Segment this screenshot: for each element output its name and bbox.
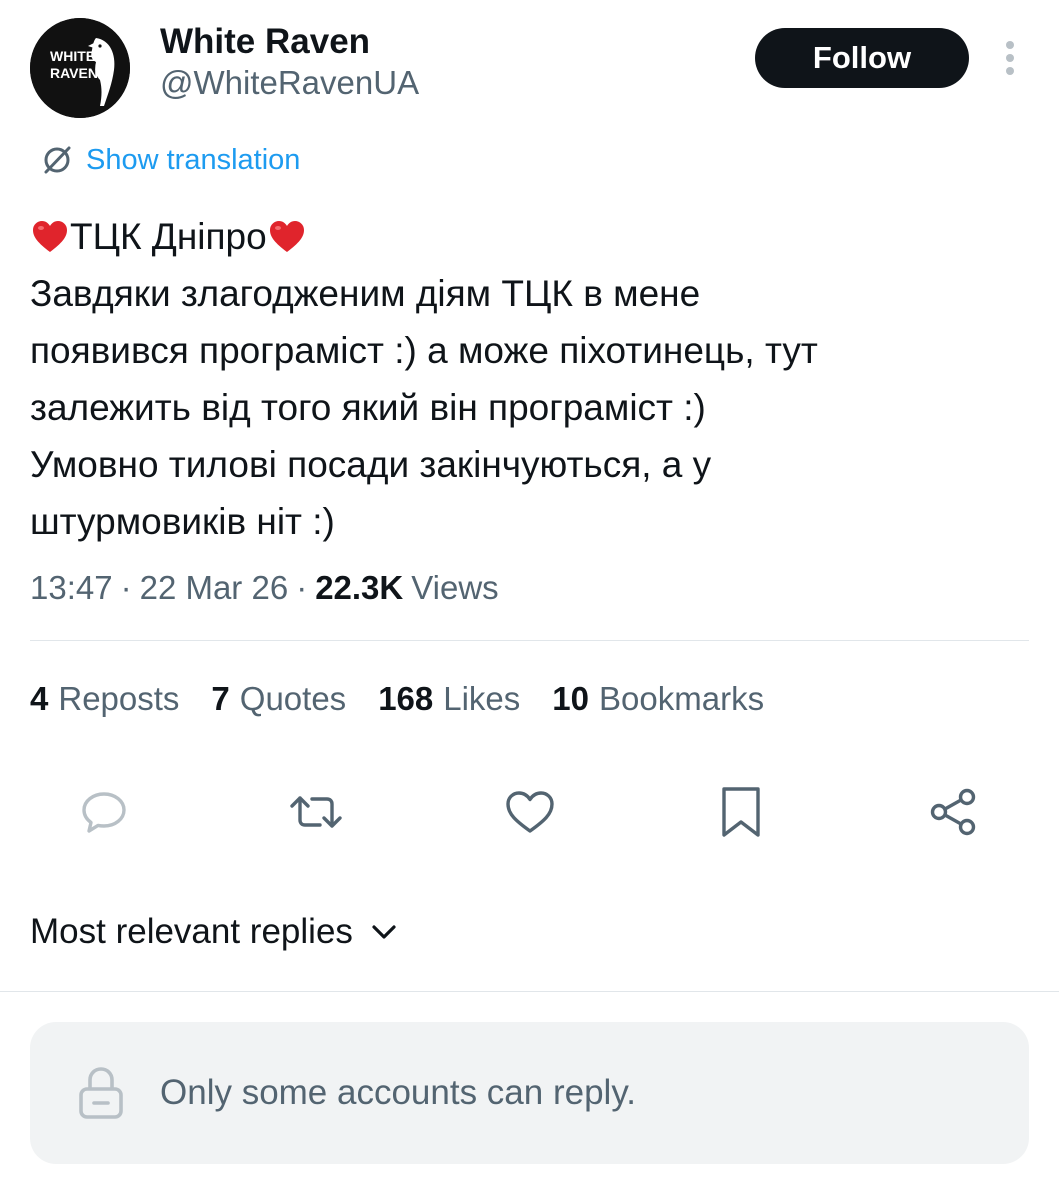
stat-bookmarks[interactable]: 10 Bookmarks xyxy=(552,680,764,718)
tweet-page: WHITE RAVEN White Raven @WhiteRavenUA Fo… xyxy=(0,0,1059,1199)
stat-count: 4 xyxy=(30,680,49,717)
avatar-line-1: WHITE xyxy=(50,48,95,64)
globe-translate-icon xyxy=(44,146,71,174)
stat-count: 168 xyxy=(378,680,434,717)
engagement-stats: 4 Reposts 7 Quotes 168 Likes 10 Bookmarks xyxy=(30,676,764,722)
tweet-line: штурмовиків ніт :) xyxy=(30,501,335,542)
bookmark-icon xyxy=(722,787,760,837)
like-button[interactable] xyxy=(502,784,558,840)
meta-separator: · xyxy=(296,569,308,606)
stat-reposts[interactable]: 4 Reposts xyxy=(30,680,179,718)
stat-label: Likes xyxy=(443,680,521,717)
tweet-meta: 13:47 · 22 Mar 26 · 22.3K Views xyxy=(30,565,499,611)
tweet-line: появився програміст :) а може піхотинець… xyxy=(30,330,818,371)
like-icon xyxy=(506,791,554,833)
share-button[interactable] xyxy=(925,784,981,840)
red-heart-emoji xyxy=(33,220,67,252)
tweet-title-text: ТЦК Дніпро xyxy=(70,216,267,257)
reply-button[interactable] xyxy=(76,784,132,840)
replies-sort-label: Most relevant replies xyxy=(30,912,353,951)
tweet-line: Завдяки злагодженим діям ТЦК в мене xyxy=(30,273,701,314)
more-vertical-icon xyxy=(1006,41,1014,75)
chevron-down-icon xyxy=(372,925,396,939)
replies-sort-dropdown[interactable]: Most relevant replies xyxy=(30,908,397,956)
stat-label: Bookmarks xyxy=(599,680,765,717)
repost-icon xyxy=(290,796,342,828)
avatar[interactable]: WHITE RAVEN xyxy=(30,18,130,118)
stat-quotes[interactable]: 7 Quotes xyxy=(211,680,346,718)
more-options-button[interactable] xyxy=(990,36,1030,80)
divider xyxy=(0,991,1059,992)
bookmark-button[interactable] xyxy=(713,784,769,840)
stat-label: Quotes xyxy=(239,680,347,717)
tweet-time[interactable]: 13:47 xyxy=(30,569,113,607)
stat-label: Reposts xyxy=(58,680,180,717)
tweet-date[interactable]: 22 Mar 26 xyxy=(140,569,289,607)
meta-separator: · xyxy=(120,569,132,606)
show-translation-label[interactable]: Show translation xyxy=(86,144,300,177)
reply-restriction-notice: Only some accounts can reply. xyxy=(30,1022,1029,1164)
show-translation-link[interactable]: Show translation xyxy=(40,138,300,182)
stat-count: 7 xyxy=(211,680,230,717)
stat-count: 10 xyxy=(552,680,590,717)
divider xyxy=(30,640,1029,641)
stat-likes[interactable]: 168 Likes xyxy=(378,680,520,718)
raven-logo-icon: WHITE RAVEN xyxy=(30,18,130,118)
tweet-title-line: ТЦК Дніпро xyxy=(30,208,1030,265)
views-label[interactable]: Views xyxy=(411,569,498,607)
repost-button[interactable] xyxy=(288,784,344,840)
follow-button[interactable]: Follow xyxy=(755,28,969,88)
views-count[interactable]: 22.3K xyxy=(315,569,403,607)
lock-icon xyxy=(78,1065,124,1121)
tweet-body: ТЦК Дніпро Завдяки злагодженим діям ТЦК … xyxy=(30,208,1030,550)
avatar-line-2: RAVEN xyxy=(50,65,98,81)
reply-restriction-message: Only some accounts can reply. xyxy=(160,1073,636,1112)
red-heart-emoji xyxy=(269,220,304,252)
reply-icon xyxy=(82,792,126,833)
tweet-line: Умовно тилові посади закінчуються, а у xyxy=(30,444,712,485)
display-name[interactable]: White Raven xyxy=(160,22,370,62)
tweet-line: залежить від того який він програміст :) xyxy=(30,387,706,428)
share-icon xyxy=(930,788,976,836)
user-handle[interactable]: @WhiteRavenUA xyxy=(160,64,419,102)
